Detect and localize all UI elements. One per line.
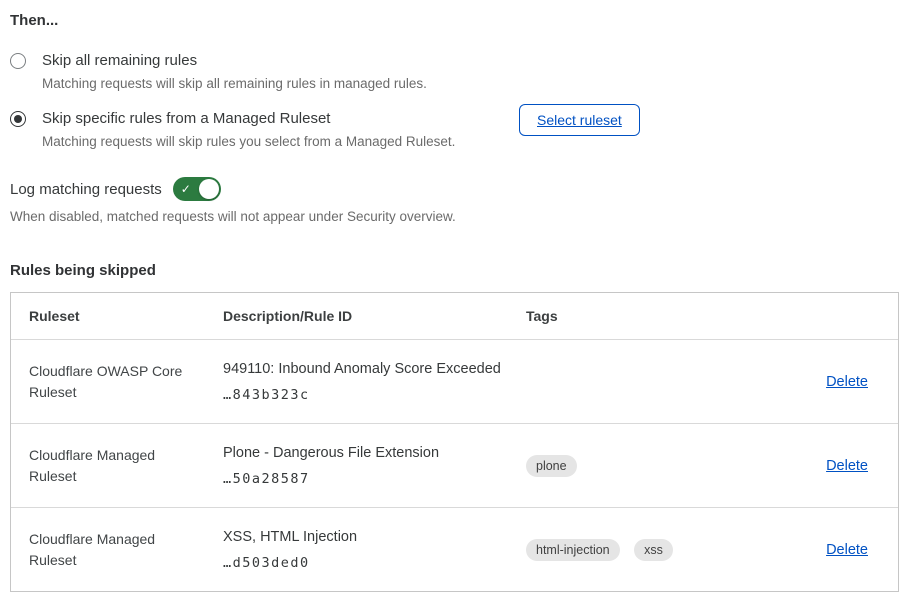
delete-link[interactable]: Delete bbox=[826, 458, 868, 474]
description-cell: XSS, HTML Injection …d503ded0 bbox=[223, 528, 526, 571]
ruleset-cell: Cloudflare OWASP Core Ruleset bbox=[11, 361, 223, 403]
delete-link[interactable]: Delete bbox=[826, 374, 868, 390]
option-skip-all: Skip all remaining rules Matching reques… bbox=[10, 51, 899, 92]
ruleset-cell: Cloudflare Managed Ruleset bbox=[11, 529, 223, 571]
column-header-description: Description/Rule ID bbox=[223, 308, 526, 324]
option-skip-all-text: Skip all remaining rules Matching reques… bbox=[42, 51, 427, 92]
table-row: Cloudflare OWASP Core Ruleset 949110: In… bbox=[11, 339, 898, 423]
tags-cell: plone bbox=[526, 455, 798, 477]
rules-skipped-heading: Rules being skipped bbox=[10, 262, 899, 279]
option-label[interactable]: Skip specific rules from a Managed Rules… bbox=[42, 109, 455, 129]
log-toggle-description: When disabled, matched requests will not… bbox=[10, 209, 899, 224]
option-description: Matching requests will skip all remainin… bbox=[42, 75, 427, 92]
delete-link[interactable]: Delete bbox=[826, 542, 868, 558]
rule-description: Plone - Dangerous File Extension bbox=[223, 444, 512, 462]
radio-skip-all[interactable] bbox=[10, 53, 26, 69]
rules-skipped-table: Ruleset Description/Rule ID Tags Cloudfl… bbox=[10, 292, 899, 592]
select-ruleset-button[interactable]: Select ruleset bbox=[519, 104, 640, 136]
description-cell: 949110: Inbound Anomaly Score Exceeded …… bbox=[223, 360, 526, 403]
column-header-ruleset: Ruleset bbox=[11, 308, 223, 324]
then-heading: Then... bbox=[10, 12, 899, 29]
rule-id: …d503ded0 bbox=[223, 555, 512, 571]
check-icon: ✓ bbox=[181, 181, 191, 197]
ruleset-name: Cloudflare Managed Ruleset bbox=[29, 529, 199, 571]
ruleset-cell: Cloudflare Managed Ruleset bbox=[11, 445, 223, 487]
log-matching-label: Log matching requests bbox=[10, 181, 162, 198]
tag-pill: xss bbox=[634, 539, 673, 561]
rule-description: XSS, HTML Injection bbox=[223, 528, 512, 546]
option-skip-specific-text: Skip specific rules from a Managed Rules… bbox=[42, 109, 455, 150]
actions-cell: Delete bbox=[798, 541, 898, 559]
rule-id: …50a28587 bbox=[223, 471, 512, 487]
actions-cell: Delete bbox=[798, 457, 898, 475]
tag-pill: plone bbox=[526, 455, 577, 477]
column-header-tags: Tags bbox=[526, 308, 798, 324]
option-skip-specific: Skip specific rules from a Managed Rules… bbox=[10, 109, 899, 150]
table-row: Cloudflare Managed Ruleset Plone - Dange… bbox=[11, 423, 898, 507]
waf-rule-action-panel: Then... Skip all remaining rules Matchin… bbox=[0, 0, 911, 592]
tags-cell: html-injection xss bbox=[526, 539, 798, 561]
actions-cell: Delete bbox=[798, 373, 898, 391]
log-matching-row: Log matching requests ✓ bbox=[10, 177, 899, 201]
ruleset-name: Cloudflare OWASP Core Ruleset bbox=[29, 361, 199, 403]
log-toggle-switch[interactable]: ✓ bbox=[173, 177, 221, 201]
rule-description: 949110: Inbound Anomaly Score Exceeded bbox=[223, 360, 512, 378]
option-description: Matching requests will skip rules you se… bbox=[42, 133, 455, 150]
ruleset-name: Cloudflare Managed Ruleset bbox=[29, 445, 199, 487]
radio-skip-specific[interactable] bbox=[10, 111, 26, 127]
rule-id: …843b323c bbox=[223, 387, 512, 403]
table-row: Cloudflare Managed Ruleset XSS, HTML Inj… bbox=[11, 507, 898, 591]
tag-pill: html-injection bbox=[526, 539, 620, 561]
description-cell: Plone - Dangerous File Extension …50a285… bbox=[223, 444, 526, 487]
option-label[interactable]: Skip all remaining rules bbox=[42, 51, 427, 71]
table-header-row: Ruleset Description/Rule ID Tags bbox=[11, 293, 898, 339]
toggle-knob bbox=[199, 179, 219, 199]
